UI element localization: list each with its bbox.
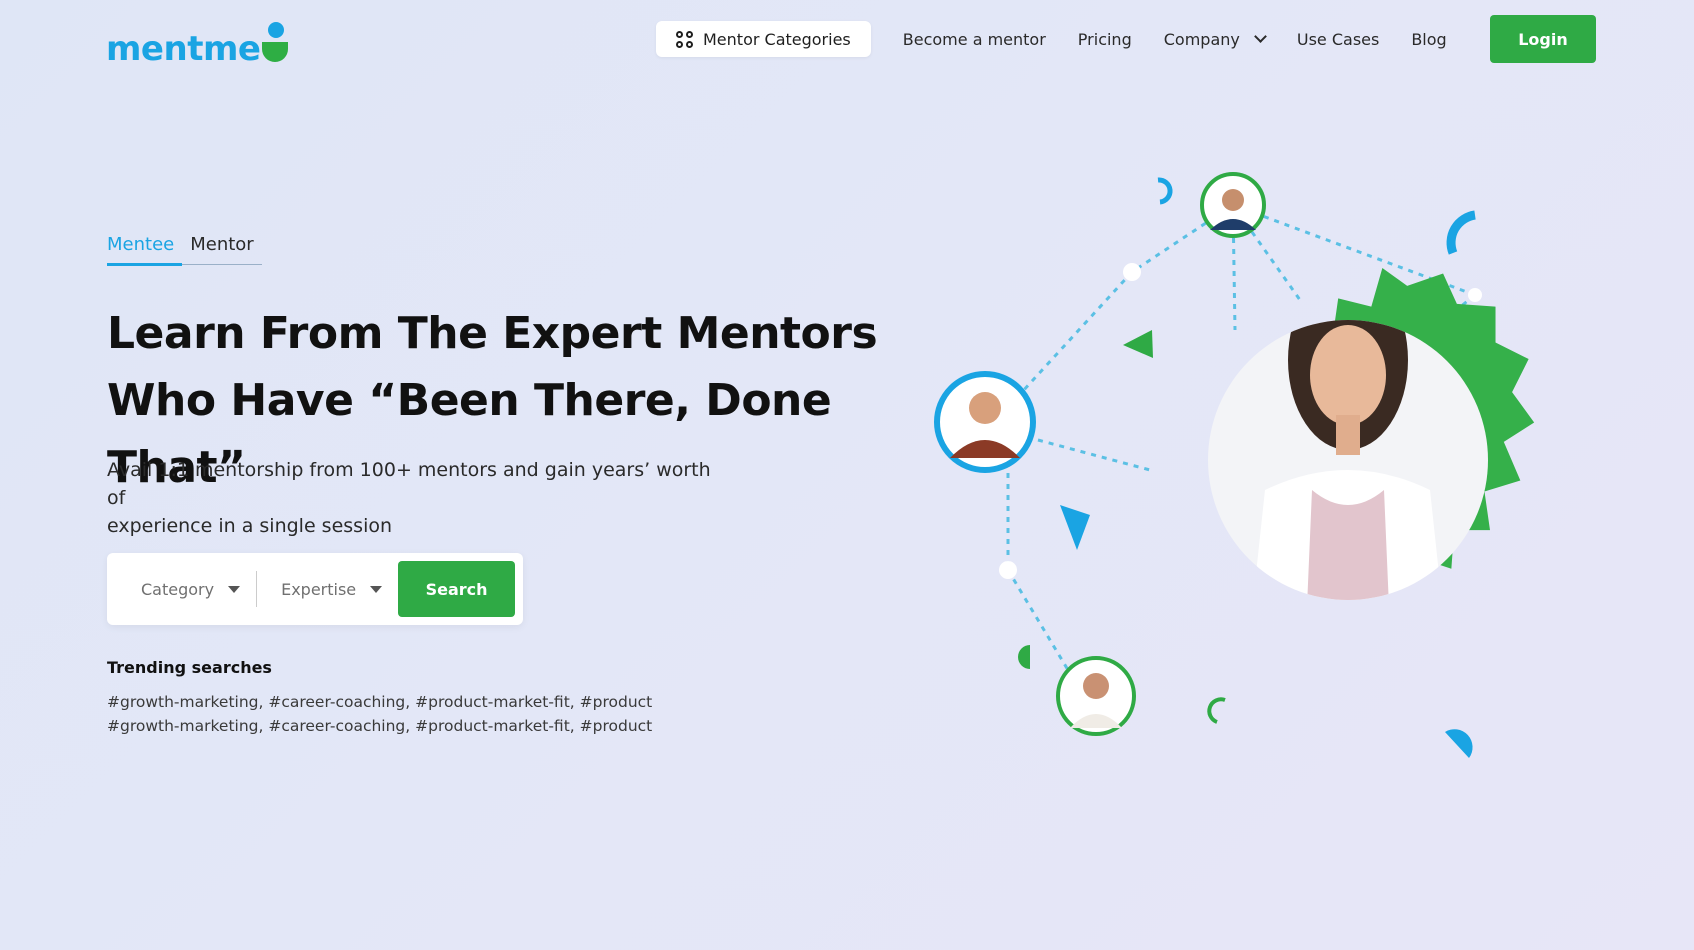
trending-tag[interactable]: #growth-marketing,: [107, 717, 263, 735]
tab-mentee[interactable]: Mentee: [107, 234, 183, 266]
trending-line: #growth-marketing, #career-coaching, #pr…: [107, 714, 652, 738]
nav-company-label: Company: [1163, 29, 1240, 49]
decor-arc: [1446, 210, 1476, 255]
role-tabs: Mentee Mentor: [107, 234, 262, 266]
logo[interactable]: mentme: [106, 16, 290, 66]
logo-text: mentme: [106, 29, 261, 69]
trending-tag[interactable]: #product-market-fit,: [415, 693, 575, 711]
trending-tag[interactable]: #career-coaching,: [268, 717, 410, 735]
trending-tag[interactable]: #growth-marketing,: [107, 693, 263, 711]
decor-half-circle: [1445, 729, 1473, 758]
logo-mark-icon: [260, 22, 290, 66]
decor-arc: [1157, 177, 1173, 205]
mentor-categories-label: Mentor Categories: [703, 29, 851, 49]
caret-down-icon: [228, 585, 241, 593]
nav-become-mentor[interactable]: Become a mentor: [903, 30, 1046, 49]
nav-blog[interactable]: Blog: [1411, 30, 1446, 49]
expertise-select[interactable]: Expertise: [256, 571, 398, 607]
mentor-categories-button[interactable]: Mentor Categories: [656, 21, 871, 57]
trending-tag[interactable]: #career-coaching,: [268, 693, 410, 711]
login-button[interactable]: Login: [1490, 15, 1596, 63]
network-node: [999, 561, 1017, 579]
nav-pricing[interactable]: Pricing: [1078, 30, 1132, 49]
chevron-down-icon: [1253, 30, 1267, 43]
decor-half-circle: [1018, 645, 1030, 669]
category-select-label: Category: [141, 579, 215, 599]
hero-subtext: Avail 1:1 mentorship from 100+ mentors a…: [107, 456, 727, 540]
trending-line: #growth-marketing, #career-coaching, #pr…: [107, 690, 652, 714]
hero-illustration: [934, 172, 1535, 758]
network-node: [1123, 263, 1141, 281]
network-node: [1468, 288, 1482, 302]
decor-triangle: [1060, 505, 1090, 550]
trending-tag[interactable]: #product: [580, 693, 653, 711]
expertise-select-label: Expertise: [281, 579, 357, 599]
trending-tags: #growth-marketing, #career-coaching, #pr…: [107, 690, 652, 738]
tab-mentor[interactable]: Mentor: [182, 234, 261, 264]
main-nav: Mentor Categories Become a mentor Pricin…: [656, 14, 1447, 64]
headline-line-1: Learn From The Expert Mentors: [107, 308, 878, 359]
search-button[interactable]: Search: [398, 561, 515, 617]
decor-triangle: [1123, 330, 1153, 358]
trending-title: Trending searches: [107, 658, 272, 677]
caret-down-icon: [370, 585, 383, 593]
trending-tag[interactable]: #product: [580, 717, 653, 735]
decor-arc: [1207, 697, 1226, 724]
nav-use-cases[interactable]: Use Cases: [1297, 30, 1379, 49]
subtext-line-1: Avail 1:1 mentorship from 100+ mentors a…: [107, 459, 711, 509]
grid-icon: [676, 30, 693, 48]
search-box: Category Expertise Search: [107, 553, 523, 625]
nav-company-dropdown[interactable]: Company: [1163, 29, 1267, 49]
subtext-line-2: experience in a single session: [107, 515, 393, 537]
trending-tag[interactable]: #product-market-fit,: [415, 717, 575, 735]
category-select[interactable]: Category: [107, 571, 256, 607]
landing-page: mentme Mentor Categories Become a mentor…: [0, 0, 1694, 950]
